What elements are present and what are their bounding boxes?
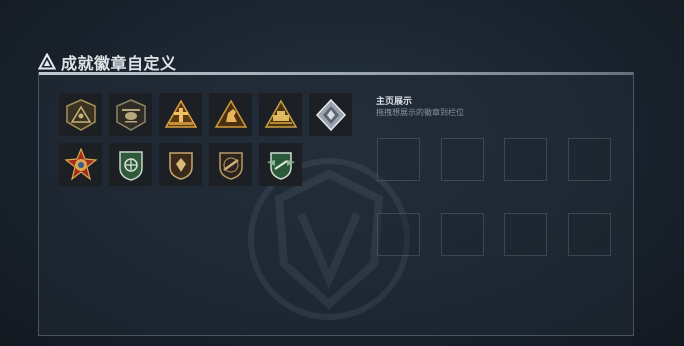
badge-inventory: [59, 93, 352, 186]
badge-horse-triangle[interactable]: [209, 93, 252, 136]
display-slot-3[interactable]: [504, 138, 547, 181]
display-section-hint: 拖拽想展示的徽章到栏位: [376, 108, 464, 117]
silver-diamond-badge-icon: [315, 98, 346, 131]
tower-triangle-badge-icon: [164, 98, 197, 128]
badge-shield-emblem[interactable]: [159, 143, 202, 186]
badge-green-wings-shield[interactable]: [259, 143, 302, 186]
green-shield-badge-icon: [118, 150, 143, 181]
display-slot-2[interactable]: [441, 138, 484, 181]
display-slot-5[interactable]: [377, 213, 420, 256]
display-slot-1[interactable]: [377, 138, 420, 181]
display-slot-8[interactable]: [568, 213, 611, 256]
display-slot-6[interactable]: [441, 213, 484, 256]
page-header: 成就徽章自定义: [38, 52, 177, 73]
horse-triangle-badge-icon: [214, 98, 247, 128]
badge-rifle-shield[interactable]: [209, 143, 252, 186]
display-section-title: 主页展示: [376, 97, 413, 107]
badge-silver-diamond[interactable]: [309, 93, 352, 136]
badge-green-shield[interactable]: [109, 143, 152, 186]
red-star-medal-badge-icon: [63, 147, 98, 181]
badge-customize-panel: 主页展示 拖拽想展示的徽章到栏位: [38, 72, 634, 336]
rifle-shield-badge-icon: [218, 151, 243, 180]
badge-helicopter[interactable]: [109, 93, 152, 136]
display-slot-4[interactable]: [568, 138, 611, 181]
badge-tower-triangle[interactable]: [159, 93, 202, 136]
shield-emblem-badge-icon: [168, 151, 193, 180]
badge-pyramid-eye[interactable]: [59, 93, 102, 136]
pyramid-eye-badge-icon: [65, 98, 96, 131]
page-title: 成就徽章自定义: [61, 54, 177, 73]
badge-red-star-medal[interactable]: [59, 143, 102, 186]
display-slot-7[interactable]: [504, 213, 547, 256]
badge-vehicle-triangle[interactable]: [259, 93, 302, 136]
helicopter-badge-icon: [115, 98, 146, 131]
panel-top-bar: [39, 72, 633, 75]
vehicle-triangle-badge-icon: [264, 98, 297, 128]
green-wings-shield-badge-icon: [266, 151, 295, 180]
warning-triangle-icon: [38, 53, 56, 70]
